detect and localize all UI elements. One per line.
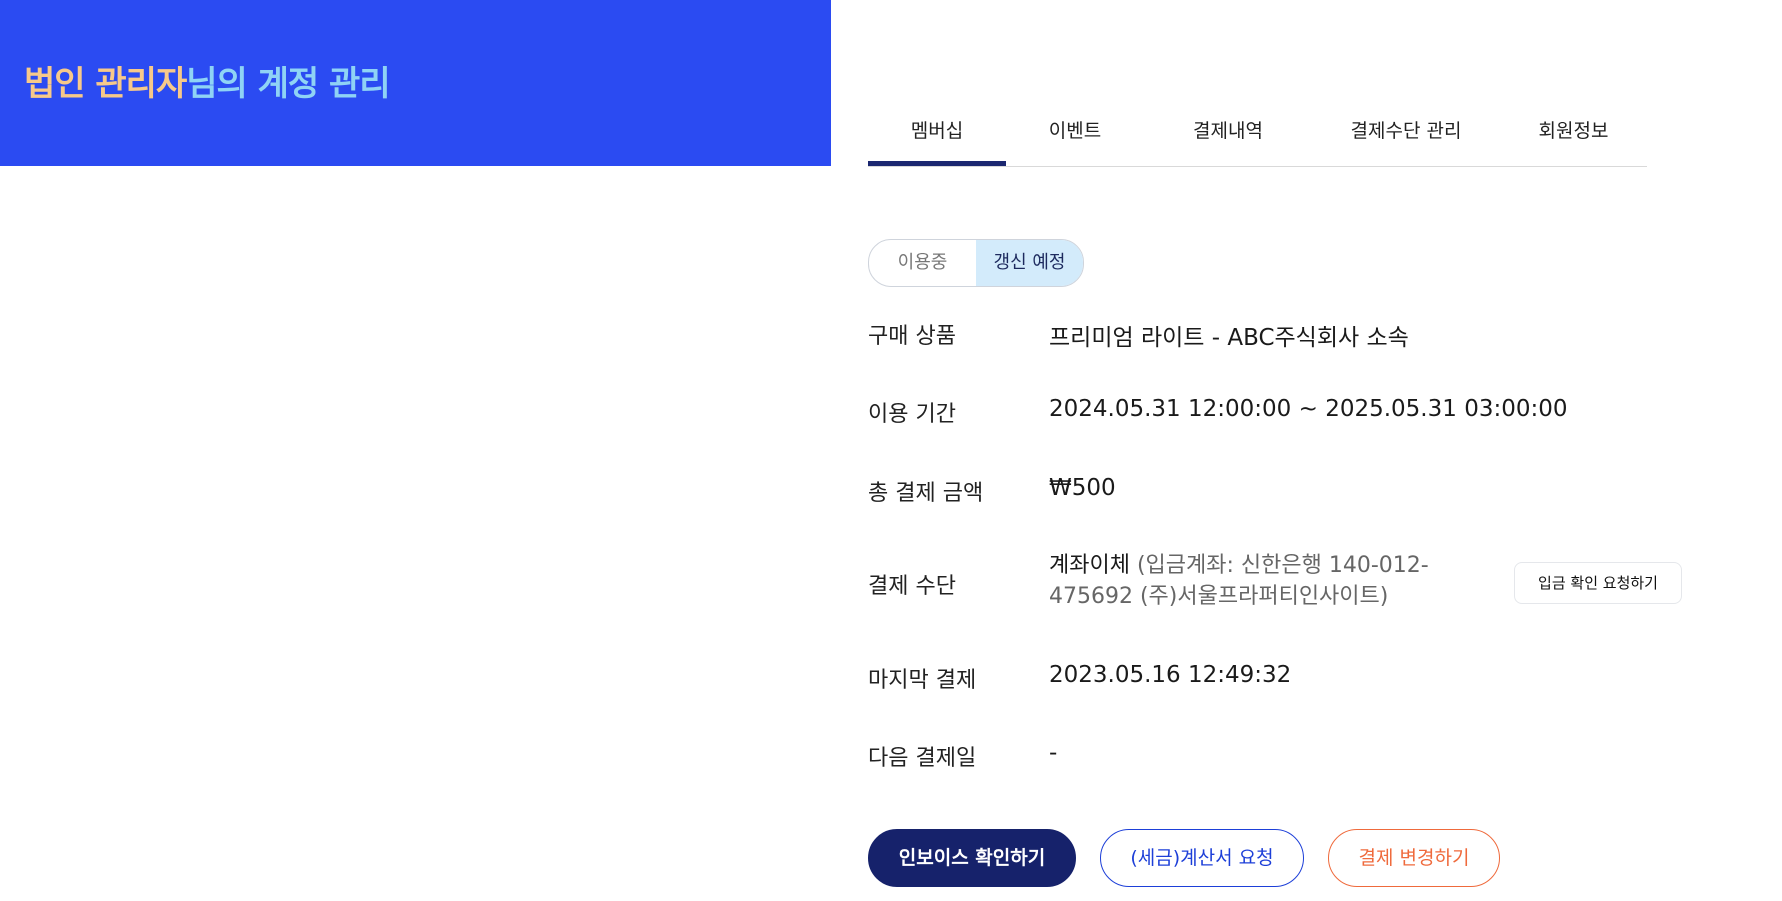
tab-membership[interactable]: 멤버십: [868, 100, 1006, 166]
page-title: 법인 관리자님의 계정 관리: [24, 62, 391, 106]
method-value: 계좌이체 (입금계좌: 신한은행 140-012-475692 (주)서울프라퍼…: [1049, 550, 1439, 612]
next-payment-label: 다음 결제일: [868, 746, 977, 771]
tax-invoice-request-button[interactable]: (세금)계산서 요청: [1100, 829, 1304, 887]
period-label: 이용 기간: [868, 402, 956, 427]
last-payment-value: 2023.05.16 12:49:32: [1049, 662, 1292, 688]
amount-value: ₩500: [1049, 475, 1116, 501]
detail-row-amount: 총 결제 금액 ₩500: [868, 475, 1698, 509]
amount-label: 총 결제 금액: [868, 481, 984, 506]
tab-bar: 멤버십 이벤트 결제내역 결제수단 관리 회원정보: [868, 100, 1647, 167]
method-main: 계좌이체: [1049, 553, 1130, 578]
change-payment-button[interactable]: 결제 변경하기: [1328, 829, 1500, 887]
product-value: 프리미엄 라이트 - ABC주식회사 소속: [1049, 325, 1409, 351]
tab-payment-history[interactable]: 결제내역: [1144, 100, 1312, 166]
method-label: 결제 수단: [868, 574, 956, 599]
page-title-rest: 님의 계정 관리: [186, 64, 390, 104]
toggle-renewal-scheduled[interactable]: 갱신 예정: [976, 240, 1083, 286]
tab-payment-methods[interactable]: 결제수단 관리: [1312, 100, 1500, 166]
product-label: 구매 상품: [868, 324, 956, 349]
period-value: 2024.05.31 12:00:00 ~ 2025.05.31 03:00:0…: [1049, 396, 1568, 422]
detail-row-period: 이용 기간 2024.05.31 12:00:00 ~ 2025.05.31 0…: [868, 396, 1698, 430]
tab-events[interactable]: 이벤트: [1006, 100, 1144, 166]
detail-row-next-payment: 다음 결제일 -: [868, 740, 1698, 774]
deposit-confirm-request-button[interactable]: 입금 확인 요청하기: [1514, 562, 1682, 604]
membership-status-toggle: 이용중 갱신 예정: [868, 239, 1084, 287]
view-invoice-button[interactable]: 인보이스 확인하기: [868, 829, 1076, 887]
page-title-highlight: 법인 관리자: [24, 64, 187, 104]
tab-member-info[interactable]: 회원정보: [1500, 100, 1647, 166]
toggle-in-use[interactable]: 이용중: [869, 240, 976, 286]
header-banner: 법인 관리자님의 계정 관리: [0, 0, 831, 166]
detail-row-product: 구매 상품 프리미엄 라이트 - ABC주식회사 소속: [868, 318, 1698, 352]
next-payment-value: -: [1049, 740, 1058, 766]
detail-row-last-payment: 마지막 결제 2023.05.16 12:49:32: [868, 662, 1698, 696]
last-payment-label: 마지막 결제: [868, 668, 977, 693]
